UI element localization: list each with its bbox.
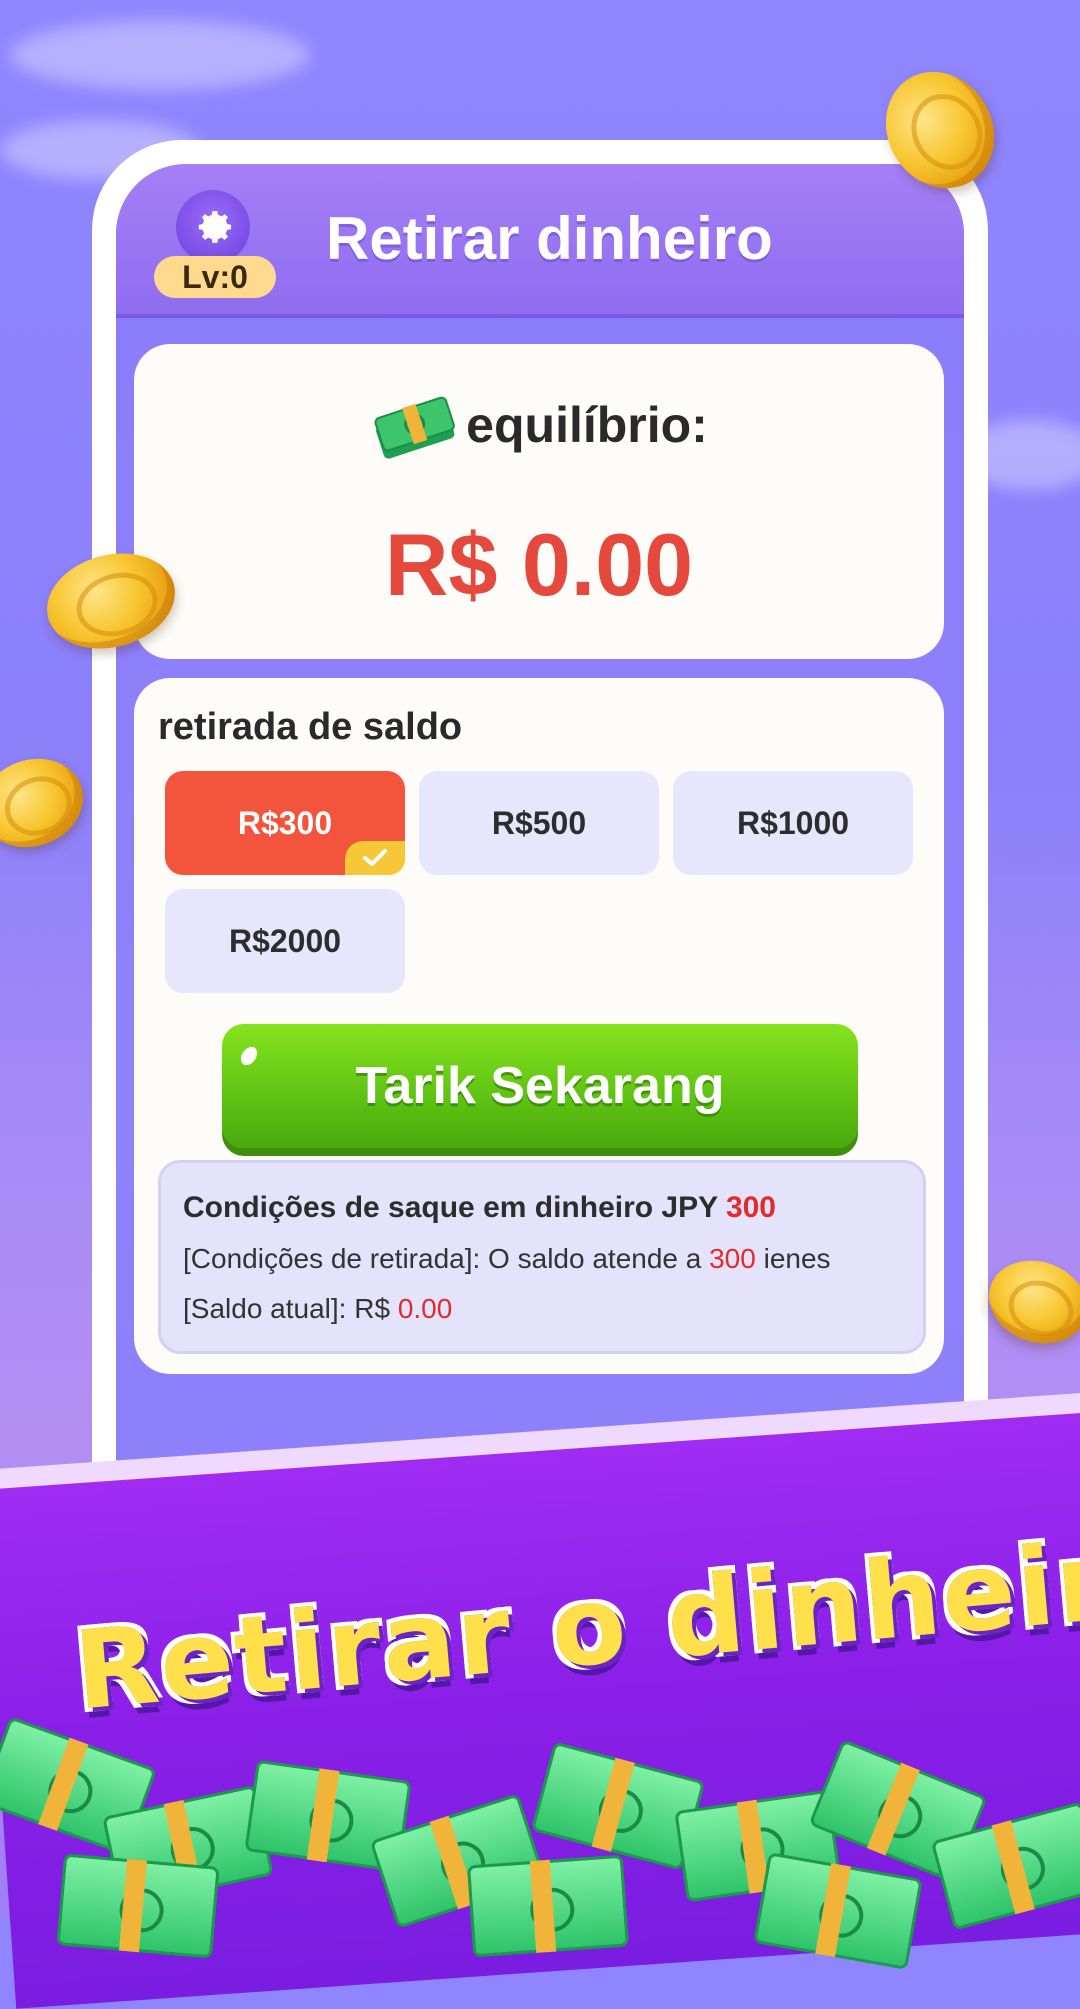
money-stack-icon xyxy=(466,1854,630,1958)
conditions-title: Condições de saque em dinheiro JPY 300 xyxy=(183,1191,776,1224)
amount-option-300[interactable]: R$300 xyxy=(165,771,405,875)
amount-option-label: R$500 xyxy=(491,804,587,841)
balance-label-row: equilíbrio: xyxy=(134,389,944,461)
withdraw-now-button[interactable]: Tarik Sekarang xyxy=(222,1024,858,1148)
cloud-decoration xyxy=(10,20,310,90)
coin-icon xyxy=(977,1247,1080,1357)
conditions-box: Condições de saque em dinheiro JPY 300 [… xyxy=(158,1160,926,1354)
balance-amount: R$ 0.00 xyxy=(384,515,694,614)
page-title: Retirar dinheiro xyxy=(326,205,773,272)
amount-option-label: R$300 xyxy=(237,804,333,841)
withdraw-card: retirada de saldo R$300 R$500 R$1000 R$2… xyxy=(134,678,944,1374)
amount-option-label: R$1000 xyxy=(736,804,850,841)
amount-option-label: R$2000 xyxy=(228,922,342,959)
amount-option-500[interactable]: R$500 xyxy=(419,771,659,875)
condition-requirement: [Condições de retirada]: O saldo atende … xyxy=(183,1243,831,1274)
balance-label: equilíbrio: xyxy=(466,397,708,453)
button-shine xyxy=(237,1043,261,1069)
coin-icon xyxy=(0,744,96,862)
money-stack-icon xyxy=(56,1853,220,1959)
level-badge: Lv:0 xyxy=(154,256,276,298)
money-stack-icon xyxy=(374,396,456,459)
header-bar: Lv:0 Retirar dinheiro xyxy=(116,164,964,318)
gear-icon xyxy=(198,211,232,243)
amount-option-1000[interactable]: R$1000 xyxy=(673,771,913,875)
condition-current-balance: [Saldo atual]: R$ 0.00 xyxy=(183,1293,453,1324)
amount-option-2000[interactable]: R$2000 xyxy=(165,889,405,993)
withdraw-now-label: Tarik Sekarang xyxy=(355,1057,725,1115)
balance-card: equilíbrio: R$ 0.00 xyxy=(134,344,944,659)
section-title: retirada de saldo xyxy=(158,706,463,748)
settings-button[interactable] xyxy=(176,190,250,264)
checkmark-icon xyxy=(345,841,405,875)
